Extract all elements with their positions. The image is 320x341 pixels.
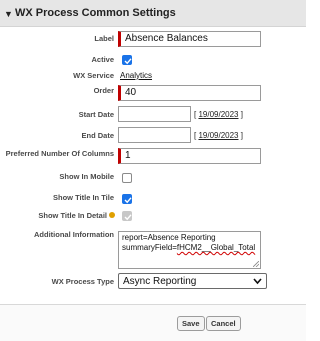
wx-process-type-label: WX Process Type	[51, 277, 114, 286]
end-date-label: End Date	[81, 131, 114, 140]
end-date-input[interactable]	[118, 127, 191, 143]
label-field-label: Label	[94, 34, 114, 43]
preferred-columns-label: Preferred Number Of Columns	[5, 149, 114, 158]
end-date-hint-close: ]	[238, 131, 243, 140]
additional-information-textarea[interactable]: report=Absence Reporting summaryField=fH…	[118, 231, 261, 269]
check-icon	[124, 214, 132, 221]
section-title: WX Process Common Settings	[15, 7, 176, 19]
additional-information-label: Additional Information	[34, 230, 114, 239]
show-in-mobile-label: Show In Mobile	[59, 172, 114, 181]
additional-info-line1: report=Absence Reporting	[122, 233, 216, 242]
wx-process-type-select[interactable]: Async Reporting	[118, 273, 267, 289]
show-title-in-tile-checkbox[interactable]	[122, 194, 132, 204]
active-checkbox[interactable]	[122, 55, 132, 65]
check-icon	[124, 197, 132, 204]
resize-grip-icon[interactable]	[253, 261, 259, 267]
start-date-today-link[interactable]: 19/09/2023	[198, 110, 238, 119]
label-input[interactable]: Absence Balances	[118, 31, 261, 47]
collapse-caret-icon[interactable]: ▼	[4, 9, 13, 19]
preferred-columns-input[interactable]: 1	[118, 148, 261, 164]
help-info-icon[interactable]	[109, 212, 115, 218]
additional-info-line2-value: fHCM2__Global_Total	[176, 243, 256, 252]
wx-process-type-value: Async Reporting	[123, 276, 197, 287]
check-icon	[124, 58, 132, 65]
show-title-in-detail-label: Show Title In Detail	[38, 211, 107, 220]
start-date-hint: [ 19/09/2023 ]	[194, 110, 243, 119]
section-header[interactable]: ▼ WX Process Common Settings	[0, 0, 306, 27]
end-date-today-link[interactable]: 19/09/2023	[198, 131, 238, 140]
chevron-down-icon	[253, 278, 262, 285]
order-label: Order	[93, 86, 114, 95]
show-title-in-tile-label: Show Title In Tile	[53, 193, 114, 202]
active-label: Active	[91, 55, 114, 64]
start-date-label: Start Date	[78, 110, 114, 119]
order-input[interactable]: 40	[118, 85, 261, 101]
show-title-in-detail-checkbox	[122, 211, 132, 221]
start-date-input[interactable]	[118, 106, 191, 122]
form-footer: Save Cancel	[0, 304, 306, 341]
wx-service-label: WX Service	[73, 71, 114, 80]
show-in-mobile-checkbox[interactable]	[122, 173, 132, 183]
save-button[interactable]: Save	[177, 316, 205, 331]
wx-service-link[interactable]: Analytics	[120, 71, 152, 80]
additional-info-line2-prefix: summaryField=	[122, 243, 177, 252]
start-date-hint-close: ]	[238, 110, 243, 119]
end-date-hint: [ 19/09/2023 ]	[194, 131, 243, 140]
cancel-button[interactable]: Cancel	[206, 316, 241, 331]
